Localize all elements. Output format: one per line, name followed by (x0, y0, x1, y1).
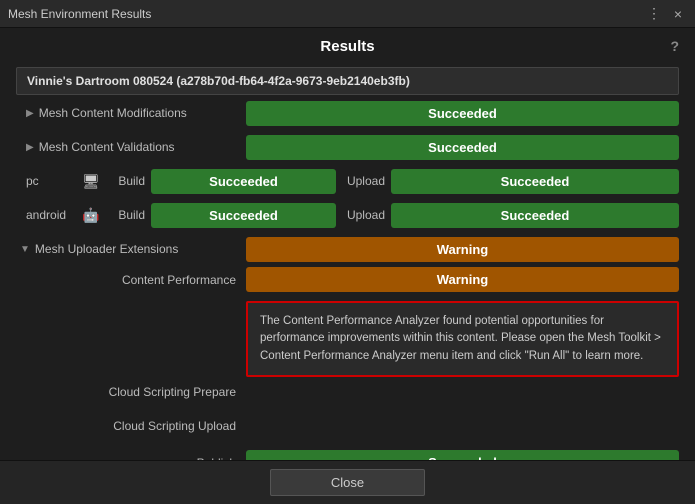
tooltip-spacer (16, 301, 246, 307)
pc-build-value: Succeeded (151, 169, 336, 194)
window-title: Mesh Environment Results (8, 7, 151, 21)
android-upload-badge: Succeeded (391, 203, 679, 228)
android-build-badge: Succeeded (151, 203, 336, 228)
upload-label-android: Upload (336, 208, 391, 222)
android-icon: 🤖 (76, 207, 106, 224)
content-performance-badge: Warning (246, 267, 679, 292)
mesh-content-modifications-badge: Succeeded (246, 101, 679, 126)
build-label-android: Build (106, 208, 151, 222)
pc-upload-value: Succeeded (391, 169, 679, 194)
cloud-scripting-upload-label: Cloud Scripting Upload (16, 413, 246, 433)
android-build-value: Succeeded (151, 203, 336, 228)
tooltip-box-container: The Content Performance Analyzer found p… (246, 301, 679, 377)
pc-build-badge: Succeeded (151, 169, 336, 194)
pc-row: pc 🖥 Build Succeeded Upload Succeeded (16, 165, 679, 197)
build-label-pc: Build (106, 174, 151, 188)
more-icon[interactable]: ⋮ (645, 5, 663, 23)
pc-upload-badge: Succeeded (391, 169, 679, 194)
mesh-content-modifications-row: ▶ Mesh Content Modifications Succeeded (16, 97, 679, 129)
triangle-icon: ▶ (26, 108, 34, 119)
title-bar-controls: ⋮ × (645, 5, 687, 23)
publish-value: Succeeded (246, 450, 679, 460)
tooltip-row: The Content Performance Analyzer found p… (16, 301, 679, 377)
triangle-down-icon: ▼ (20, 244, 30, 255)
publish-badge: Succeeded (246, 450, 679, 460)
pc-label: pc (16, 174, 76, 188)
mesh-content-validations-badge: Succeeded (246, 135, 679, 160)
content-area: Results ? Vinnie's Dartroom 080524 (a278… (0, 28, 695, 460)
content-performance-label: Content Performance (16, 267, 246, 287)
publish-row: Publish Succeeded (16, 447, 679, 460)
main-window: Mesh Environment Results ⋮ × Results ? V… (0, 0, 695, 504)
mesh-content-validations-row: ▶ Mesh Content Validations Succeeded (16, 131, 679, 163)
cloud-scripting-prepare-label: Cloud Scripting Prepare (16, 379, 246, 399)
title-bar: Mesh Environment Results ⋮ × (0, 0, 695, 28)
mesh-content-modifications-label: ▶ Mesh Content Modifications (16, 106, 246, 120)
mesh-content-validations-label: ▶ Mesh Content Validations (16, 140, 246, 154)
help-icon[interactable]: ? (670, 38, 679, 54)
mesh-uploader-extensions-label: ▼ Mesh Uploader Extensions (16, 242, 246, 256)
close-window-icon[interactable]: × (669, 5, 687, 23)
mesh-content-validations-value: Succeeded (246, 135, 679, 160)
content-performance-value: Warning (246, 267, 679, 292)
mesh-uploader-extensions-row: ▼ Mesh Uploader Extensions Warning (16, 233, 679, 265)
title-bar-left: Mesh Environment Results (8, 7, 151, 21)
mesh-content-modifications-value: Succeeded (246, 101, 679, 126)
footer: Close (0, 460, 695, 504)
android-row: android 🤖 Build Succeeded Upload Succeed… (16, 199, 679, 231)
cloud-scripting-upload-row: Cloud Scripting Upload (16, 413, 679, 445)
android-upload-value: Succeeded (391, 203, 679, 228)
content-performance-row: Content Performance Warning (16, 267, 679, 299)
upload-label-pc: Upload (336, 174, 391, 188)
results-title: Results ? (16, 38, 679, 55)
triangle-icon2: ▶ (26, 142, 34, 153)
mesh-uploader-extensions-badge: Warning (246, 237, 679, 262)
android-label: android (16, 208, 76, 222)
tooltip-box: The Content Performance Analyzer found p… (246, 301, 679, 377)
close-button[interactable]: Close (270, 469, 425, 496)
env-header: Vinnie's Dartroom 080524 (a278b70d-fb64-… (16, 67, 679, 95)
pc-icon: 🖥 (76, 173, 106, 190)
cloud-scripting-prepare-row: Cloud Scripting Prepare (16, 379, 679, 411)
